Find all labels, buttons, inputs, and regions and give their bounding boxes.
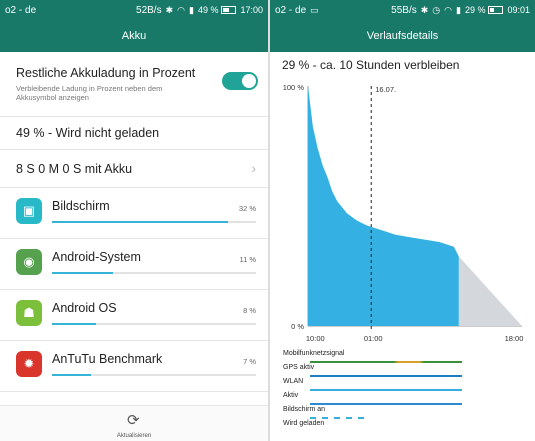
app-usage-row[interactable]: ☗ Android OS 8 % [0, 290, 268, 341]
message-icon: ▭ [310, 4, 319, 15]
usage-bar-track [52, 374, 256, 376]
x-tick-label: 01:00 [364, 334, 383, 343]
carrier-label: o2 - de [275, 4, 307, 16]
app-name: AnTuTu Benchmark [52, 352, 163, 366]
projection-area [458, 256, 522, 326]
usage-bar-track [52, 272, 256, 274]
page-title: Akku [0, 20, 268, 52]
clock: 17:00 [240, 5, 263, 15]
network-speed: 55B/s [391, 4, 417, 16]
usage-bar-fill [52, 221, 229, 223]
battery-time: 8 S 0 M 0 S mit Akku [16, 162, 133, 176]
app-name: Android OS [52, 301, 117, 315]
app-usage-row[interactable]: ✹ AnTuTu Benchmark 7 % [0, 341, 268, 392]
status-bar: o2 - de 52B/s ✱ ◠ ▮ 49 % 17:00 [0, 0, 268, 20]
app-usage-row[interactable]: ▣ Bildschirm 32 % [0, 188, 268, 239]
android-system-icon: ◉ [16, 249, 42, 275]
battery-summary: 29 % - ca. 10 Stunden verbleiben [282, 58, 460, 72]
usage-bar-track [52, 221, 256, 223]
clock: 09:01 [507, 5, 530, 15]
indicator-row: Wird geladen [270, 420, 535, 434]
wifi-icon: ◠ [444, 4, 452, 15]
battery-level-area [308, 86, 459, 326]
screen-icon: ▣ [16, 198, 42, 224]
indicator-row: WLAN [270, 378, 535, 392]
page-title: Verlaufsdetails [270, 20, 535, 52]
charge-status-row: 49 % - Wird nicht geladen [0, 117, 268, 150]
battery-history-chart: 16.07. 100 % 0 % 10:00 01:00 18:00 [270, 76, 535, 346]
y-tick-label: 100 % [283, 83, 305, 92]
app-percent: 7 % [243, 357, 256, 366]
app-name: Bildschirm [52, 199, 110, 213]
indicator-label: Aktiv [283, 392, 299, 399]
setting-desc-2: Akkusymbol anzeigen [16, 93, 89, 102]
signal-icon: ▮ [456, 4, 461, 15]
chart-svg: 16.07. 100 % 0 %10:00 01:00 18:00 [283, 83, 524, 343]
wifi-icon: ◠ [177, 4, 185, 15]
app-usage-row[interactable]: ◉ Android-System 11 % [0, 239, 268, 290]
setting-desc: Verbleibende Ladung in Prozent neben dem [16, 84, 163, 93]
usage-bar-fill [52, 374, 91, 376]
app-percent: 8 % [243, 306, 256, 315]
network-speed: 52B/s [136, 4, 162, 16]
indicator-bar [310, 361, 462, 363]
battery-time-row[interactable]: 8 S 0 M 0 S mit Akku › [0, 150, 268, 188]
usage-bar-fill [52, 323, 97, 325]
antutu-icon: ✹ [16, 351, 42, 377]
indicator-bar [310, 417, 370, 419]
indicator-label: Mobilfunknetzsignal [283, 350, 345, 357]
signal-icon: ▮ [189, 4, 194, 15]
indicator-bar [310, 389, 462, 391]
refresh-icon[interactable]: ⟳ [127, 411, 140, 429]
indicator-label: Wird geladen [283, 420, 325, 427]
status-bar: o2 - de ▭ 55B/s ✱ ◷ ◠ ▮ 29 % 09:01 [270, 0, 535, 20]
carrier-label: o2 - de [5, 4, 37, 16]
indicator-row: GPS aktiv [270, 364, 535, 378]
battery-percent: 49 % [197, 5, 219, 15]
battery-icon [221, 6, 237, 14]
setting-title: Restliche Akkuladung in Prozent [16, 66, 196, 80]
bottom-bar: ⟳ Aktualisieren [0, 405, 268, 441]
indicator-row: Aktiv [270, 392, 535, 406]
indicator-bar [310, 375, 462, 377]
screens: o2 - de 52B/s ✱ ◠ ▮ 49 % 17:00 Akku Rest… [0, 0, 535, 441]
usage-bar-track [52, 323, 256, 325]
indicator-row: Mobilfunknetzsignal [270, 350, 535, 364]
toggle-knob [242, 74, 256, 88]
bluetooth-icon: ✱ [165, 4, 174, 15]
alarm-icon: ◷ [432, 4, 441, 15]
indicator-label: GPS aktiv [283, 364, 315, 371]
x-tick-label: 18:00 [505, 334, 524, 343]
history-screen: o2 - de ▭ 55B/s ✱ ◷ ◠ ▮ 29 % 09:01 Verla… [270, 0, 535, 441]
battery-icon [488, 6, 504, 14]
indicator-label: WLAN [283, 378, 304, 385]
battery-percent-toggle[interactable] [222, 72, 258, 90]
battery-percent: 29 % [464, 5, 486, 15]
indicator-bar [310, 403, 462, 405]
battery-percent-setting[interactable]: Restliche Akkuladung in Prozent Verbleib… [0, 52, 268, 117]
app-percent: 32 % [238, 204, 256, 213]
android-icon: ☗ [16, 300, 42, 326]
chevron-right-icon: › [251, 160, 256, 176]
app-name: Android-System [52, 250, 141, 264]
refresh-label[interactable]: Aktualisieren [0, 433, 268, 439]
indicator-label: Bildschirm an [283, 406, 326, 413]
usage-bar-fill [52, 272, 113, 274]
x-tick-label: 10:00 [306, 334, 325, 343]
indicator-row: Bildschirm an [270, 406, 535, 420]
day-marker-label: 16.07. [375, 85, 396, 94]
charge-status: 49 % - Wird nicht geladen [16, 126, 160, 140]
app-percent: 11 % [239, 255, 256, 264]
y-tick-label: 0 % [291, 322, 304, 331]
battery-screen: o2 - de 52B/s ✱ ◠ ▮ 49 % 17:00 Akku Rest… [0, 0, 268, 441]
bluetooth-icon: ✱ [420, 4, 429, 15]
